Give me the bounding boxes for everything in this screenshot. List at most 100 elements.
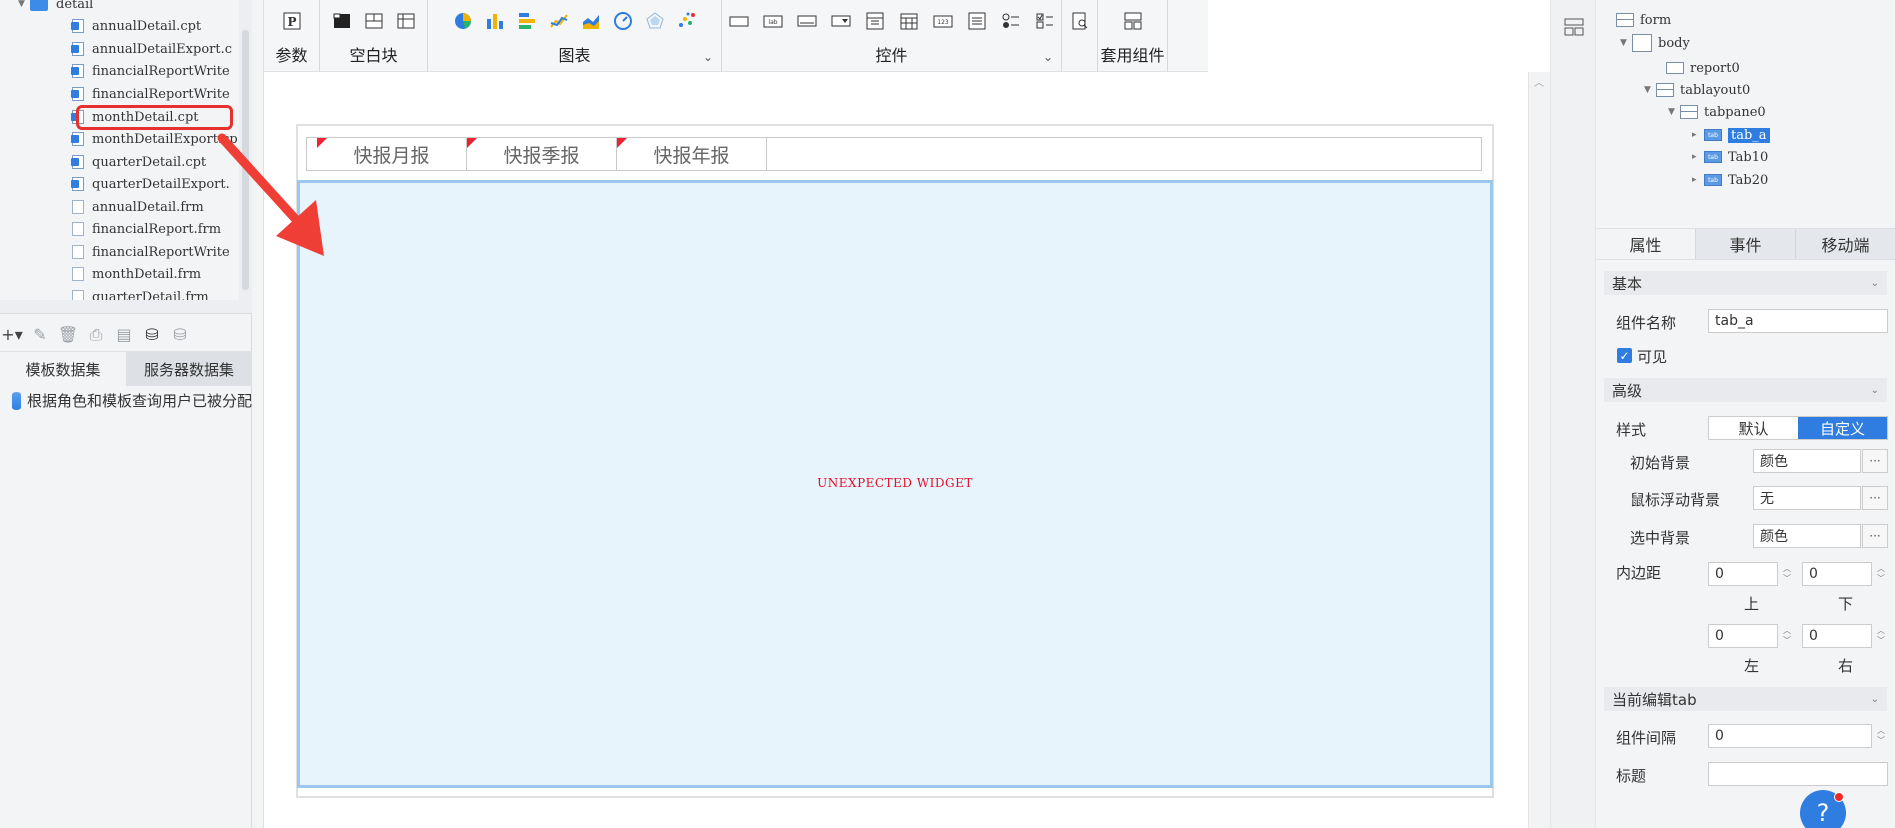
file-row[interactable]: annualDetailExport.c bbox=[71, 38, 232, 60]
component-name-input[interactable]: tab_a bbox=[1708, 309, 1888, 333]
tree-horizontal-scrollbar[interactable] bbox=[0, 300, 252, 314]
template-component-icon[interactable] bbox=[1122, 10, 1144, 32]
hover-bg-input[interactable]: 无 bbox=[1753, 486, 1861, 510]
file-row[interactable]: quarterDetail.frm bbox=[72, 286, 209, 300]
expand-icon[interactable]: ▼ bbox=[1668, 107, 1680, 117]
expand-icon[interactable]: ▸ bbox=[1692, 175, 1704, 185]
section-current-tab[interactable]: 当前编辑tab ⌄ bbox=[1604, 687, 1887, 711]
file-row[interactable]: monthDetailExport.cp bbox=[71, 128, 238, 150]
list-icon[interactable] bbox=[966, 10, 988, 32]
dataset-item[interactable]: 根据角色和模板查询用户已被分配 bbox=[12, 390, 252, 411]
section-basic[interactable]: 基本 ⌄ bbox=[1604, 271, 1887, 295]
area-chart-icon[interactable] bbox=[580, 10, 602, 32]
chevron-down-icon[interactable]: ⌄ bbox=[703, 50, 713, 64]
tree-node-body[interactable]: ▼ body bbox=[1620, 33, 1690, 53]
dropdown-tree-icon[interactable] bbox=[864, 10, 886, 32]
tree-node-tab20[interactable]: ▸ tab Tab20 bbox=[1692, 170, 1768, 190]
file-row[interactable]: annualDetail.cpt bbox=[71, 15, 201, 37]
tab-content-pane[interactable]: UNEXPECTED WIDGET bbox=[297, 180, 1493, 788]
padding-right-stepper[interactable]: ︿ ﹀ bbox=[1872, 624, 1890, 648]
radar-chart-icon[interactable] bbox=[644, 10, 666, 32]
canvas-scrollbar[interactable]: ︿ bbox=[1528, 72, 1550, 828]
gauge-chart-icon[interactable] bbox=[612, 10, 634, 32]
block-icon[interactable] bbox=[331, 10, 353, 32]
preview-icon[interactable]: ⎙ bbox=[86, 325, 106, 345]
expand-icon[interactable]: ▼ bbox=[1620, 38, 1632, 48]
edit-icon[interactable]: ✎ bbox=[30, 325, 50, 345]
button-icon[interactable] bbox=[796, 10, 818, 32]
padding-top-stepper[interactable]: ︿ ﹀ bbox=[1778, 562, 1796, 586]
gap-stepper[interactable]: ︿ ﹀ bbox=[1872, 724, 1890, 748]
title-input[interactable] bbox=[1708, 762, 1888, 786]
line-chart-icon[interactable] bbox=[548, 10, 570, 32]
radio-group-icon[interactable] bbox=[1000, 10, 1022, 32]
tab-annual[interactable]: 快报年报 bbox=[617, 138, 767, 170]
padding-right-input[interactable]: 0 bbox=[1802, 624, 1872, 648]
panel-splitter[interactable] bbox=[252, 0, 264, 828]
file-row[interactable]: quarterDetail.cpt bbox=[71, 151, 206, 173]
date-icon[interactable] bbox=[898, 10, 920, 32]
file-row[interactable]: monthDetail.frm bbox=[72, 263, 201, 285]
initial-bg-more-button[interactable]: ··· bbox=[1862, 449, 1888, 473]
tree-scrollbar[interactable] bbox=[239, 0, 252, 300]
tree-node-tablayout0[interactable]: ▼ tablayout0 bbox=[1644, 80, 1750, 100]
tree-node-tab-a[interactable]: ▸ tab tab_a bbox=[1692, 125, 1770, 145]
tree-node-form[interactable]: form bbox=[1616, 10, 1671, 30]
style-default-button[interactable]: 默认 bbox=[1709, 417, 1798, 439]
file-row[interactable]: quarterDetailExport. bbox=[71, 173, 230, 195]
padding-left-input[interactable]: 0 bbox=[1708, 624, 1778, 648]
bar-chart-icon[interactable] bbox=[484, 10, 506, 32]
tree-node-tabpane0[interactable]: ▼ tabpane0 bbox=[1668, 102, 1766, 122]
textbox-icon[interactable] bbox=[728, 10, 750, 32]
delete-icon[interactable]: 🗑 bbox=[58, 325, 78, 345]
grid-layout-icon[interactable] bbox=[395, 10, 417, 32]
database-settings-icon[interactable]: ⛁ bbox=[170, 325, 190, 345]
style-custom-button[interactable]: 自定义 bbox=[1798, 417, 1887, 439]
padding-left-stepper[interactable]: ︿ ﹀ bbox=[1778, 624, 1796, 648]
help-button[interactable]: ? bbox=[1800, 790, 1846, 828]
hover-bg-more-button[interactable]: ··· bbox=[1862, 486, 1888, 510]
padding-bottom-input[interactable]: 0 bbox=[1802, 562, 1872, 586]
selected-bg-input[interactable]: 颜色 bbox=[1753, 524, 1861, 548]
param-icon[interactable]: P bbox=[281, 10, 303, 32]
file-row[interactable]: annualDetail.frm bbox=[72, 196, 204, 218]
add-dataset-icon[interactable]: +▾ bbox=[1, 325, 22, 345]
tab-mobile[interactable]: 移动端 bbox=[1796, 229, 1895, 259]
tab-server-datasets[interactable]: 服务器数据集 bbox=[126, 352, 252, 386]
number-icon[interactable]: 123 bbox=[932, 10, 954, 32]
file-row[interactable]: financialReportWrite bbox=[72, 241, 230, 263]
checkbox-group-icon[interactable] bbox=[1034, 10, 1056, 32]
expand-icon[interactable]: ▸ bbox=[1692, 130, 1704, 140]
file-row[interactable]: financialReport.frm bbox=[72, 218, 221, 240]
search-doc-icon[interactable] bbox=[1069, 10, 1091, 32]
hbar-chart-icon[interactable] bbox=[516, 10, 538, 32]
selected-bg-more-button[interactable]: ··· bbox=[1862, 524, 1888, 548]
padding-top-input[interactable]: 0 bbox=[1708, 562, 1778, 586]
chevron-down-icon[interactable]: ⌄ bbox=[1043, 50, 1053, 64]
scroll-up-icon[interactable]: ︿ bbox=[1534, 74, 1544, 89]
combobox-icon[interactable] bbox=[830, 10, 852, 32]
padding-bottom-stepper[interactable]: ︿ ﹀ bbox=[1872, 562, 1890, 586]
widget-layout-icon[interactable] bbox=[1563, 16, 1585, 42]
expand-icon[interactable]: ▼ bbox=[1644, 85, 1656, 95]
tree-node-report0[interactable]: report0 bbox=[1666, 58, 1740, 78]
scatter-chart-icon[interactable] bbox=[676, 10, 698, 32]
expand-icon[interactable]: ▼ bbox=[18, 0, 30, 9]
tab-monthly[interactable]: 快报月报 bbox=[317, 138, 467, 170]
folder-row-detail[interactable]: ▼ detail bbox=[18, 0, 93, 15]
tab-events[interactable]: 事件 bbox=[1696, 229, 1796, 259]
gap-input[interactable]: 0 bbox=[1708, 724, 1872, 748]
tab-template-datasets[interactable]: 模板数据集 bbox=[0, 352, 126, 386]
file-row[interactable]: financialReportWrite bbox=[71, 60, 230, 82]
initial-bg-input[interactable]: 颜色 bbox=[1753, 449, 1861, 473]
split-layout-icon[interactable] bbox=[363, 10, 385, 32]
section-advanced[interactable]: 高级 ⌄ bbox=[1604, 378, 1887, 402]
label-icon[interactable]: lab bbox=[762, 10, 784, 32]
database-icon[interactable]: ⛁ bbox=[142, 325, 162, 345]
tab-attributes[interactable]: 属性 bbox=[1596, 229, 1696, 259]
pie-chart-icon[interactable] bbox=[452, 10, 474, 32]
dataset-edit-icon[interactable]: ▤ bbox=[114, 325, 134, 345]
expand-icon[interactable]: ▸ bbox=[1692, 152, 1704, 162]
file-row[interactable]: financialReportWrite bbox=[71, 83, 230, 105]
tab-quarterly[interactable]: 快报季报 bbox=[467, 138, 617, 170]
